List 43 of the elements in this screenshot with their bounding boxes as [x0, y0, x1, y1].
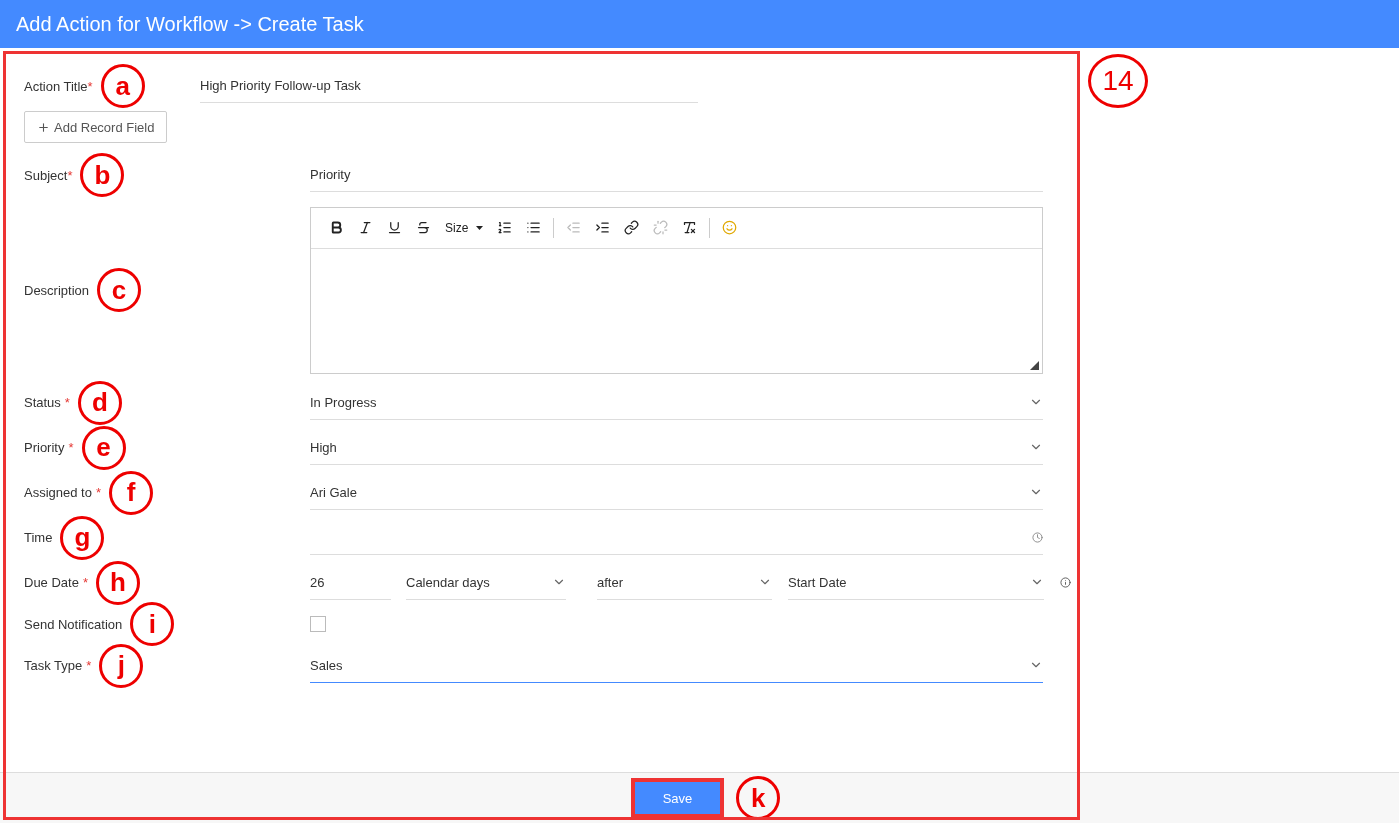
callout-marker: e [81, 425, 126, 470]
field-label: Subject* [24, 167, 73, 183]
dropdown-field[interactable]: Calendar days [406, 565, 566, 600]
field-label: Assigned to * [24, 485, 101, 500]
dropdown-field[interactable]: In Progress [310, 385, 1043, 420]
caret-icon [476, 225, 484, 230]
callout-marker: k [736, 776, 781, 820]
field-label: Task Type * [24, 658, 92, 673]
text-field[interactable]: High Priority Follow-up Task [200, 69, 698, 103]
add-record-field-button[interactable]: Add Record Field [24, 111, 168, 143]
rich-text-editor[interactable]: Size [310, 206, 1043, 374]
checkbox[interactable] [310, 616, 326, 632]
field-label: Description [24, 282, 90, 298]
callout-marker: f [109, 470, 153, 515]
callout-marker: g [60, 515, 105, 560]
dropdown-field[interactable]: Sales [310, 648, 1043, 683]
field-label: Action Title* [24, 78, 93, 94]
number-field[interactable]: 26 [310, 565, 391, 600]
callout-marker: h [96, 560, 140, 605]
callout-marker: a [100, 64, 145, 108]
field-label: Time [24, 530, 53, 545]
dropdown-field[interactable]: High [310, 430, 1043, 465]
text-field[interactable]: Priority [310, 158, 1043, 192]
callout-marker: b [80, 153, 125, 197]
callout-marker: c [97, 268, 142, 312]
field-label: Status * [24, 395, 70, 410]
dropdown-field[interactable]: after [597, 565, 772, 600]
dropdown-field[interactable]: Start Date [788, 565, 1044, 600]
info-icon[interactable] [1060, 577, 1071, 588]
field-label: Send Notification [24, 616, 123, 632]
size-dropdown[interactable]: Size [443, 220, 486, 235]
resize-grip-icon[interactable] [1030, 360, 1039, 370]
callout-marker: i [130, 602, 175, 646]
plus-icon [37, 120, 50, 134]
link-icon[interactable] [622, 220, 642, 235]
callout-marker: d [77, 380, 122, 425]
callout-marker: j [99, 643, 144, 688]
callout-marker: 14 [1088, 54, 1148, 108]
field-label: Due Date * [24, 575, 88, 590]
dropdown-field[interactable]: Ari Gale [310, 475, 1043, 510]
field-label: Priority * [24, 440, 74, 455]
page-header: Add Action for Workflow -> Create Task [0, 0, 1399, 48]
clock-icon [1032, 531, 1043, 543]
